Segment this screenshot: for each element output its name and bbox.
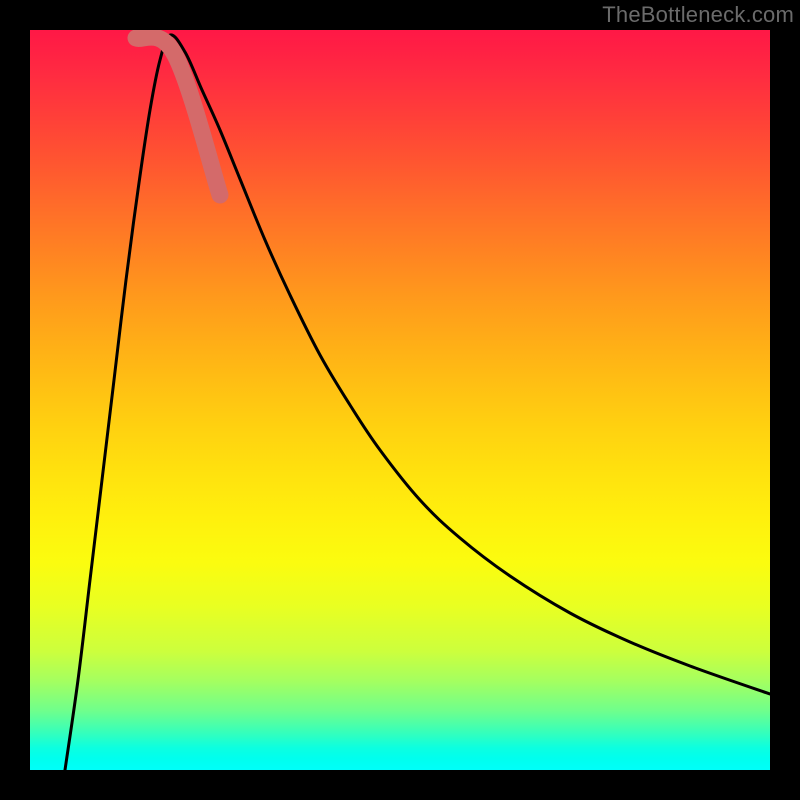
chart-frame: TheBottleneck.com (0, 0, 800, 800)
plot-area (30, 30, 770, 770)
background-gradient (30, 30, 770, 770)
watermark-text: TheBottleneck.com (602, 2, 794, 28)
